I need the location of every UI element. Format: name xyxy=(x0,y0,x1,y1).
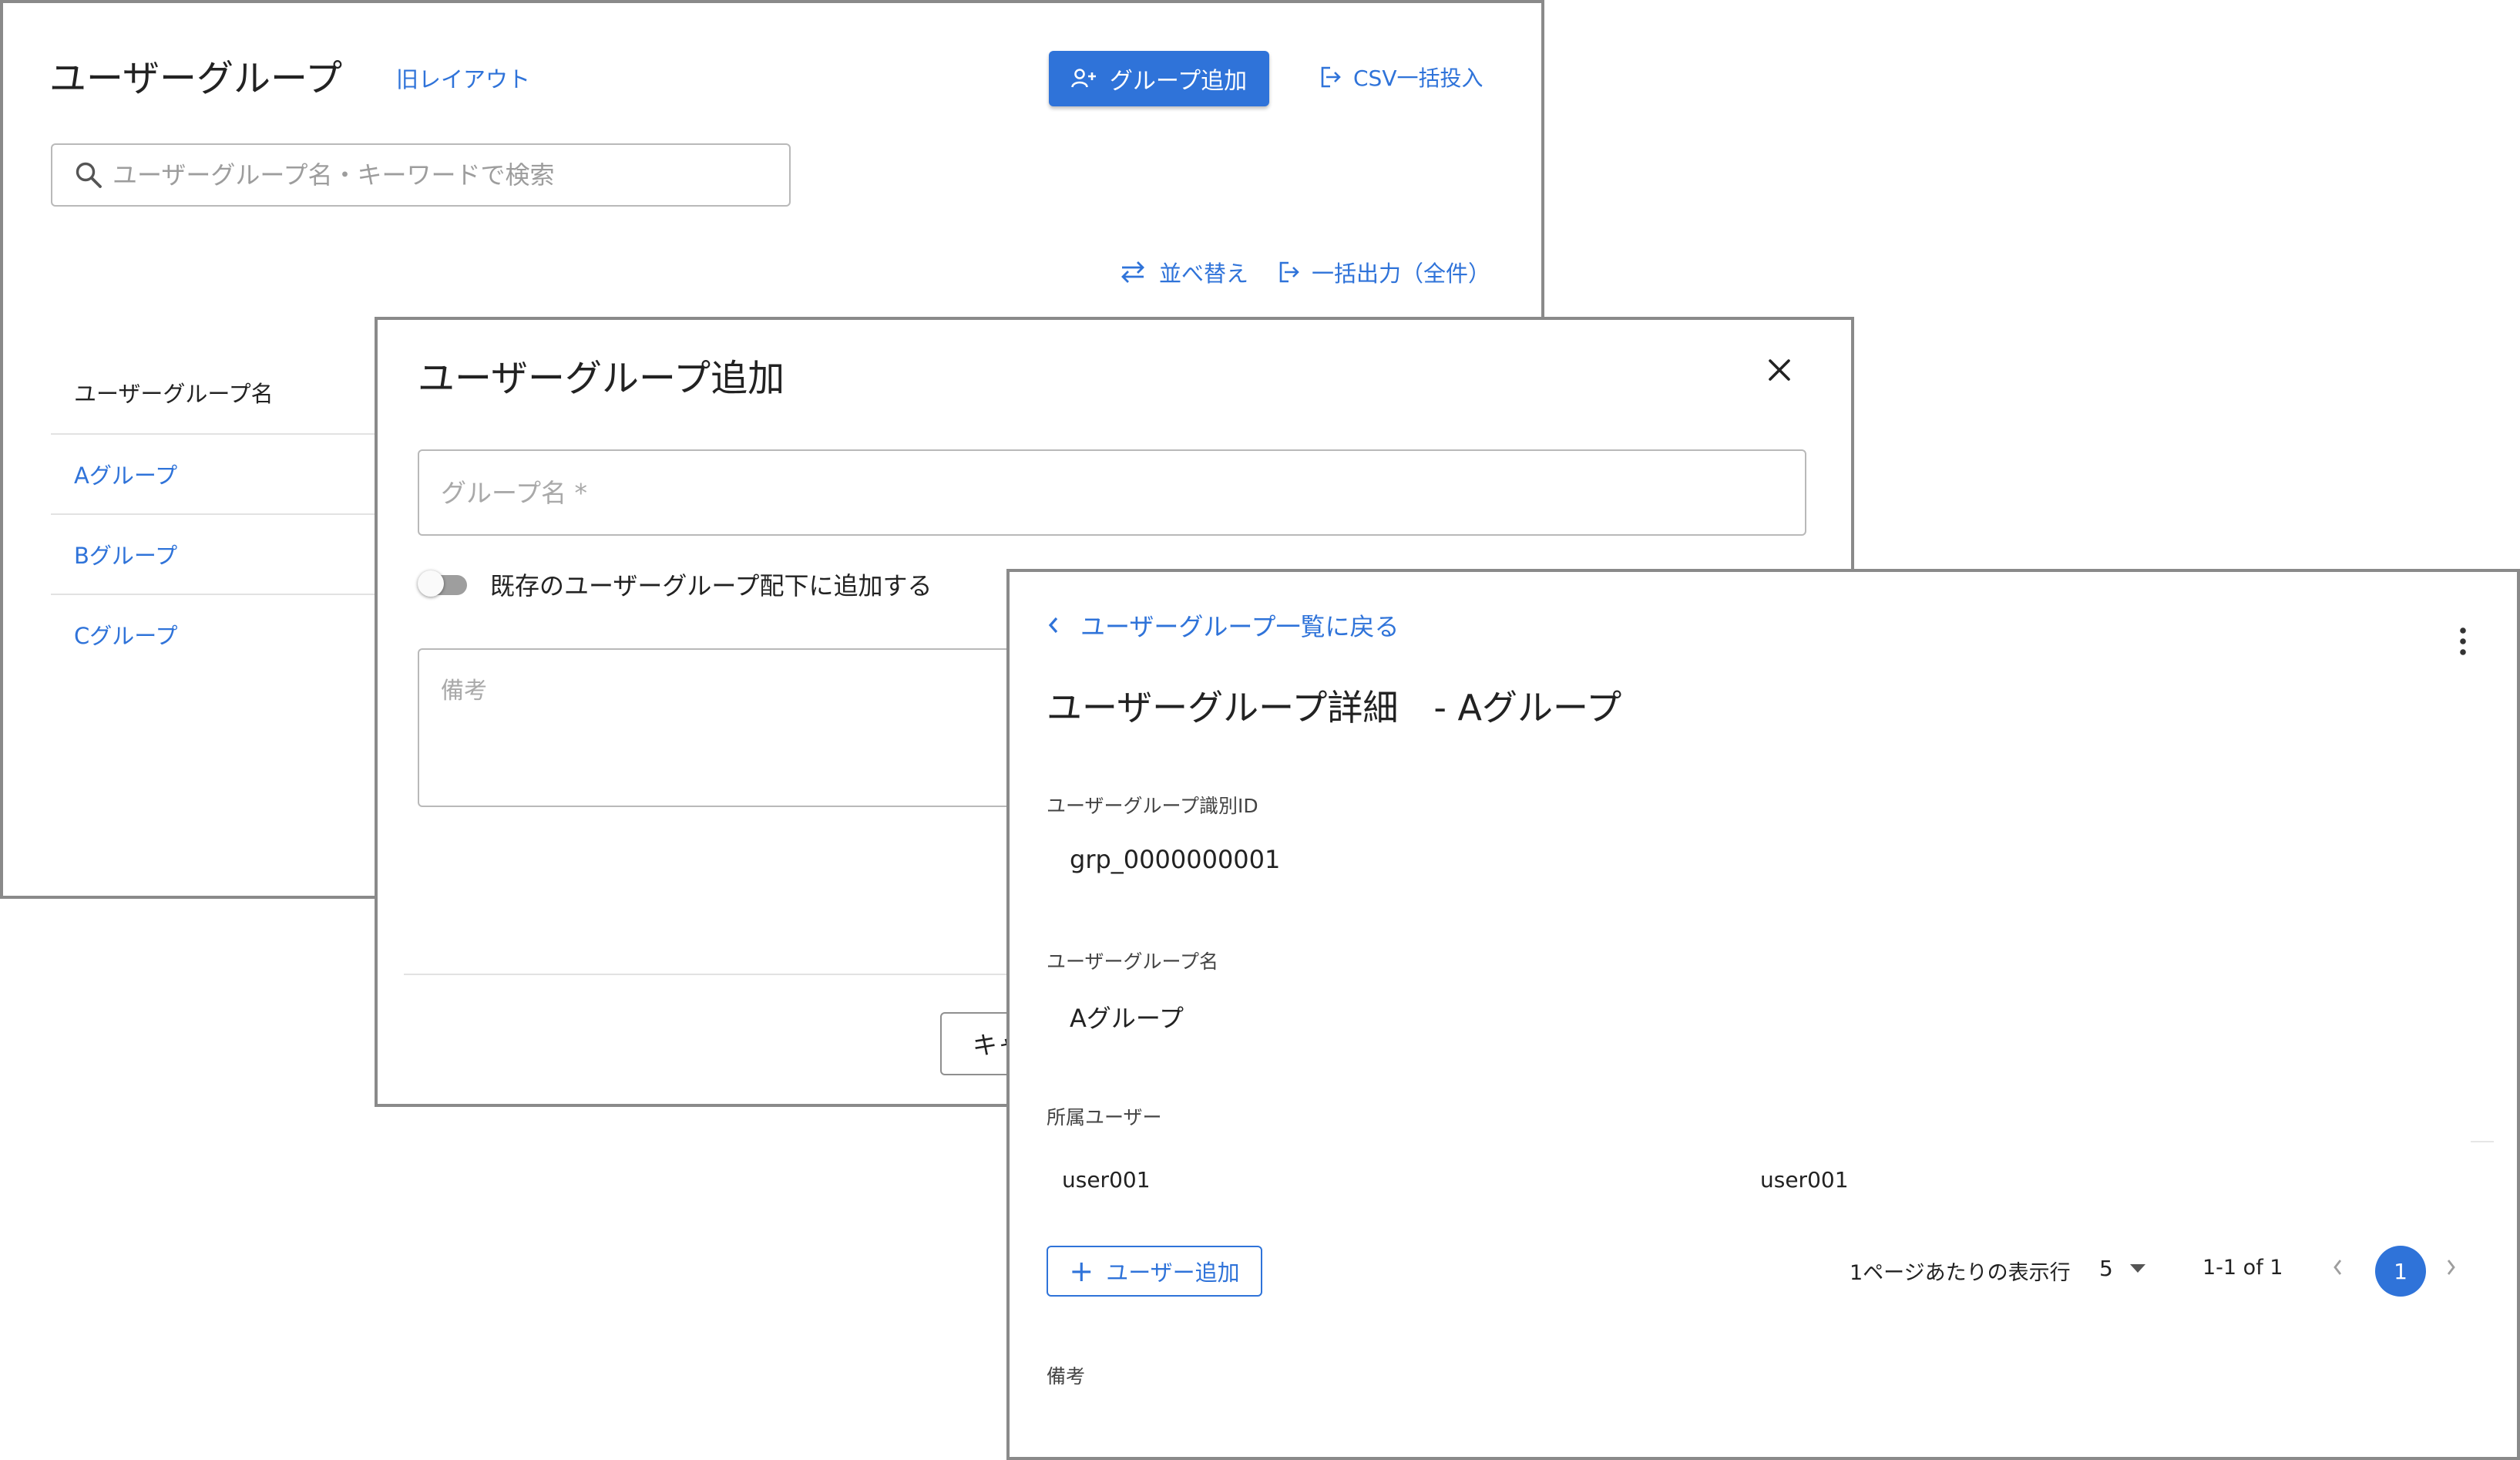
search-box[interactable] xyxy=(51,143,791,207)
export-all-button[interactable]: 一括出力（全件） xyxy=(1278,256,1490,288)
member-user-name: user001 xyxy=(1760,1167,1849,1193)
back-to-list-link[interactable]: ユーザーグループ一覧に戻る xyxy=(1047,607,1399,643)
export-icon xyxy=(1278,260,1301,284)
swap-icon xyxy=(1119,259,1147,285)
close-button[interactable] xyxy=(1766,357,1793,386)
group-detail-panel: ユーザーグループ一覧に戻る ユーザーグループ詳細 - Aグループ ユーザーグルー… xyxy=(1006,569,2520,1460)
members-header-divider xyxy=(2471,1141,2494,1142)
export-all-label: 一括出力（全件） xyxy=(1312,261,1491,287)
group-name-field[interactable] xyxy=(418,449,1806,536)
sort-label: 並べ替え xyxy=(1159,261,1249,287)
pagination-range: 1-1 of 1 xyxy=(2202,1256,2283,1280)
dialog-title: ユーザーグループ追加 xyxy=(418,357,785,400)
rows-per-page-label: 1ページあたりの表示行 xyxy=(1850,1261,2071,1285)
csv-import-label: CSV一括投入 xyxy=(1353,66,1483,91)
old-layout-link[interactable]: 旧レイアウト xyxy=(396,62,530,94)
search-icon xyxy=(74,160,103,190)
chevron-right-icon xyxy=(2444,1260,2458,1281)
back-link-label: ユーザーグループ一覧に戻る xyxy=(1080,612,1399,641)
add-group-button[interactable]: グループ追加 xyxy=(1049,51,1269,106)
table-row[interactable]: Aグループ xyxy=(51,433,390,513)
page-number-button[interactable]: 1 xyxy=(2375,1246,2426,1297)
add-group-icon xyxy=(1071,68,1097,89)
caret-down-icon xyxy=(2129,1263,2145,1273)
more-menu-button[interactable] xyxy=(2458,626,2468,660)
detail-title: ユーザーグループ詳細 - Aグループ xyxy=(1047,687,1622,728)
group-name-input[interactable] xyxy=(439,476,1752,509)
plus-icon: + xyxy=(1069,1254,1094,1288)
table-row[interactable]: Cグループ xyxy=(51,594,390,674)
chevron-left-icon xyxy=(2330,1260,2344,1281)
add-user-label: ユーザー追加 xyxy=(1106,1260,1240,1286)
group-name-label: ユーザーグループ名 xyxy=(1047,950,1219,973)
group-name-value: Aグループ xyxy=(1070,1004,1184,1033)
csv-import-button[interactable]: CSV一括投入 xyxy=(1319,62,1483,93)
column-header-group-name: ユーザーグループ名 xyxy=(74,381,274,407)
more-vertical-icon xyxy=(2458,627,2468,660)
toggle-thumb xyxy=(418,570,444,597)
parent-group-toggle[interactable] xyxy=(418,570,467,597)
close-icon xyxy=(1766,359,1793,386)
note-label: 備考 xyxy=(1047,1365,1086,1388)
add-group-button-label: グループ追加 xyxy=(1109,68,1248,95)
next-page-button[interactable] xyxy=(2444,1256,2458,1281)
page-title: ユーザーグループ xyxy=(49,57,343,100)
rows-per-page-value: 5 xyxy=(2099,1256,2113,1281)
members-label: 所属ユーザー xyxy=(1047,1106,1162,1129)
search-input[interactable] xyxy=(111,160,769,190)
group-id-value: grp_0000000001 xyxy=(1070,845,1281,874)
prev-page-button[interactable] xyxy=(2330,1256,2344,1281)
chevron-left-icon xyxy=(1047,615,1060,635)
sort-button[interactable]: 並べ替え xyxy=(1119,256,1248,288)
group-id-label: ユーザーグループ識別ID xyxy=(1047,795,1258,817)
add-user-button[interactable]: + ユーザー追加 xyxy=(1047,1246,1262,1297)
toggle-label: 既存のユーザーグループ配下に追加する xyxy=(490,571,932,600)
rows-per-page-select[interactable]: 5 xyxy=(2099,1256,2145,1281)
member-user-id: user001 xyxy=(1062,1167,1151,1193)
table-row[interactable]: Bグループ xyxy=(51,513,390,594)
import-icon xyxy=(1319,65,1342,89)
